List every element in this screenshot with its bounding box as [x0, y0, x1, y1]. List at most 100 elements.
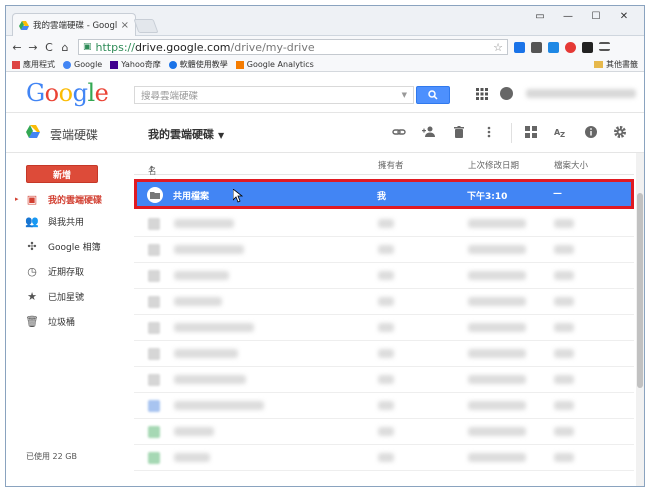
forward-icon[interactable]: →: [26, 41, 40, 54]
more-icon[interactable]: [482, 125, 496, 139]
notifications-icon[interactable]: [500, 87, 513, 100]
navigation-bar: ← → C ⌂ ▣ https:// drive.google.com /dri…: [6, 36, 644, 58]
search-placeholder: 搜尋雲端硬碟: [141, 91, 199, 102]
browser-tab[interactable]: 我的雲端硬碟 - Google 雲 ×: [12, 13, 136, 36]
column-owner: 擁有者: [378, 161, 404, 171]
breadcrumb[interactable]: 我的雲端硬碟 ▼: [148, 126, 224, 142]
tutorial-icon: [168, 60, 177, 69]
toolbar-divider: [511, 123, 512, 143]
sort-icon[interactable]: AZ: [554, 125, 568, 139]
url-path: /drive/my-drive: [230, 40, 315, 54]
bookmark-star-icon[interactable]: ☆: [493, 41, 503, 54]
maximize-icon[interactable]: ☐: [582, 11, 610, 22]
table-row[interactable]: [134, 263, 634, 289]
file-list: 名稱 ↑ 擁有者 上次修改日期 檔案大小 共用檔案 我 下午3:10 —: [134, 153, 634, 486]
settings-icon[interactable]: [613, 125, 627, 139]
window-controls: ▭ — ☐ ✕: [526, 6, 638, 26]
account-info[interactable]: [526, 89, 636, 98]
info-icon[interactable]: [584, 125, 598, 139]
home-icon[interactable]: ⌂: [58, 41, 72, 54]
opera-extension-icon[interactable]: [565, 41, 576, 53]
close-window-icon[interactable]: ✕: [610, 11, 638, 22]
sidebar-item-starred[interactable]: ★ 已加星號: [6, 286, 131, 306]
drive-favicon-icon: [19, 20, 29, 30]
analytics-icon: [235, 60, 244, 69]
folder-icon: [147, 187, 163, 203]
drive-title[interactable]: 雲端硬碟: [50, 126, 98, 143]
browser-window: 我的雲端硬碟 - Google 雲 × ▭ — ☐ ✕ ← → C ⌂ ▣ ht…: [5, 5, 645, 487]
sidebar-item-photos[interactable]: ✣ Google 相簿: [6, 236, 131, 256]
bookmark-yahoo[interactable]: Yahoo奇摩: [110, 59, 161, 70]
grid-view-icon[interactable]: [524, 125, 538, 139]
address-bar[interactable]: ▣ https:// drive.google.com /drive/my-dr…: [78, 39, 508, 55]
search-options-icon[interactable]: ▼: [402, 91, 407, 99]
bookmark-google-analytics[interactable]: Google Analytics: [235, 60, 314, 69]
scrollbar-thumb[interactable]: [637, 193, 643, 388]
tab-close-icon[interactable]: ×: [121, 20, 129, 31]
active-arrow-icon: ▸: [15, 195, 19, 203]
sidebar-item-my-drive[interactable]: ▸ ▣ 我的雲端硬碟: [6, 189, 131, 209]
google-icon: [63, 60, 71, 69]
apps-grid-icon: [12, 60, 20, 69]
table-row[interactable]: [134, 445, 634, 471]
skype-extension-icon[interactable]: [548, 41, 559, 53]
reload-icon[interactable]: C: [42, 41, 56, 54]
drive-logo-icon[interactable]: [26, 125, 40, 138]
trash-bin-icon: 🗑: [25, 314, 39, 328]
sidebar-item-recent[interactable]: ◷ 近期存取: [6, 261, 131, 281]
back-icon[interactable]: ←: [10, 41, 24, 54]
tab-title: 我的雲端硬碟 - Google 雲: [33, 21, 117, 31]
sidebar-item-trash[interactable]: 🗑 垃圾桶: [6, 311, 131, 331]
new-button[interactable]: 新增: [26, 165, 98, 183]
table-row[interactable]: [134, 419, 634, 445]
apps-icon[interactable]: [476, 88, 488, 100]
minimize-icon[interactable]: —: [554, 11, 582, 22]
other-bookmarks[interactable]: 其他書籤: [594, 59, 638, 70]
trash-icon[interactable]: [452, 125, 466, 139]
chevron-down-icon: ▼: [218, 131, 225, 140]
menu-icon[interactable]: [599, 41, 610, 51]
star-icon: ★: [27, 289, 37, 303]
svg-text:Z: Z: [560, 131, 565, 139]
new-tab-button[interactable]: [133, 19, 159, 33]
extension-icons: [514, 41, 610, 53]
add-person-icon[interactable]: [422, 125, 436, 139]
translate-extension-icon[interactable]: [514, 41, 525, 53]
drive-folder-icon: ▣: [26, 192, 38, 206]
file-modified: 下午3:10: [467, 192, 508, 202]
google-header: Google 搜尋雲端硬碟 ▼: [6, 73, 644, 113]
column-size: 檔案大小: [554, 161, 589, 171]
table-row[interactable]: [134, 341, 634, 367]
table-row[interactable]: [134, 289, 634, 315]
people-icon: 👥: [25, 214, 39, 228]
table-row[interactable]: [134, 367, 634, 393]
vertical-scrollbar[interactable]: [636, 153, 644, 486]
file-size: —: [553, 189, 562, 199]
table-row[interactable]: [134, 237, 634, 263]
title-bar: 我的雲端硬碟 - Google 雲 × ▭ — ☐ ✕: [6, 6, 644, 36]
mouse-cursor-icon: [232, 188, 244, 203]
link-icon[interactable]: [392, 125, 406, 139]
table-row[interactable]: [134, 393, 634, 419]
table-row[interactable]: [134, 315, 634, 341]
window-user-icon[interactable]: ▭: [526, 11, 554, 22]
lock-icon: ▣: [83, 42, 92, 52]
bookmark-google[interactable]: Google: [63, 60, 102, 69]
bookmark-apps[interactable]: 應用程式: [12, 59, 55, 70]
search-button[interactable]: [416, 86, 450, 104]
file-name: 共用檔案: [173, 192, 210, 202]
storage-usage[interactable]: 已使用 22 GB: [26, 451, 77, 462]
column-modified[interactable]: 上次修改日期: [468, 159, 519, 171]
drive-toolbar: 雲端硬碟 我的雲端硬碟 ▼ AZ: [6, 113, 644, 153]
extension-icon[interactable]: [531, 41, 542, 53]
table-row-selected[interactable]: 共用檔案 我 下午3:10 —: [134, 179, 634, 209]
folder-icon: [594, 61, 603, 68]
search-icon: [428, 90, 438, 100]
sidebar-item-shared[interactable]: 👥 與我共用: [6, 211, 131, 231]
table-row[interactable]: [134, 211, 634, 237]
bookmark-extension-icon[interactable]: [582, 41, 593, 53]
bookmark-software-tutorial[interactable]: 軟體使用教學: [168, 59, 228, 70]
google-logo[interactable]: Google: [26, 79, 109, 107]
search-input[interactable]: 搜尋雲端硬碟 ▼: [134, 86, 414, 104]
url-host: drive.google.com: [134, 40, 231, 54]
